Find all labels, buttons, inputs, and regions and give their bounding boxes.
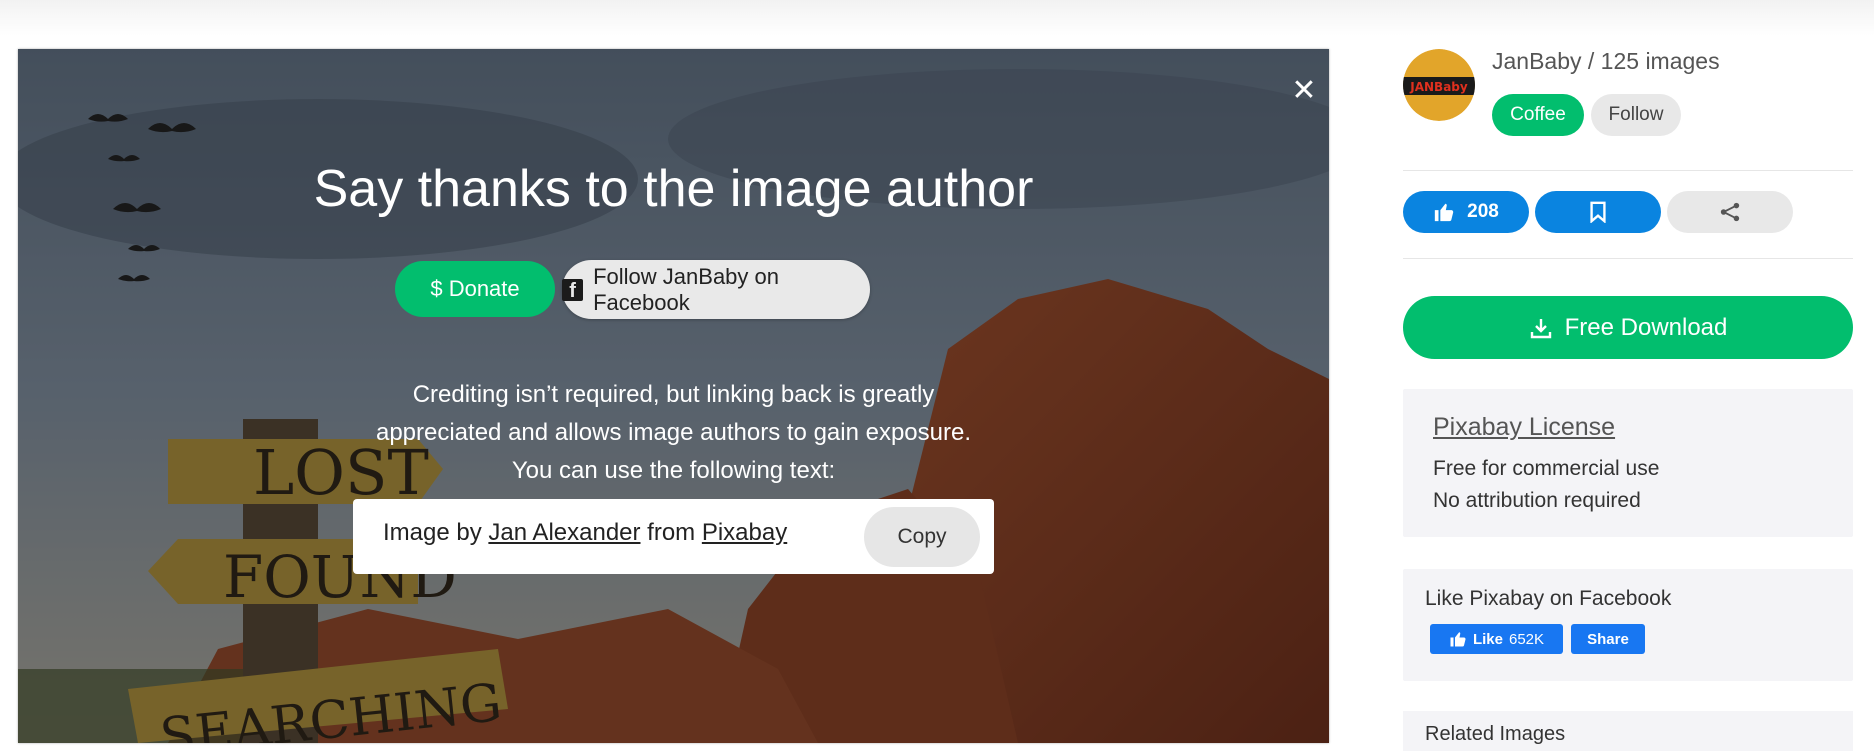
- pixabay-link[interactable]: Pixabay: [702, 519, 787, 546]
- bookmark-button[interactable]: [1535, 191, 1661, 233]
- facebook-panel-title: Like Pixabay on Facebook: [1425, 587, 1672, 610]
- avatar[interactable]: JANBaby: [1403, 49, 1475, 121]
- image-preview: LOST FOUND SEARCHING ✕ Say thanks to the…: [18, 49, 1329, 743]
- avatar-image: JANBaby: [1403, 49, 1475, 121]
- donate-button[interactable]: $ Donate: [395, 261, 555, 317]
- avatar-text: JANBaby: [1409, 80, 1468, 94]
- facebook-icon: f: [562, 278, 584, 302]
- like-count: 208: [1467, 201, 1499, 222]
- credit-line: You can use the following text:: [511, 457, 836, 484]
- share-icon: [1720, 202, 1740, 222]
- copy-button[interactable]: Copy: [864, 507, 980, 567]
- download-label: Free Download: [1564, 313, 1728, 341]
- thumbs-up-icon: [1434, 203, 1454, 222]
- facebook-like-count: 652K: [1508, 630, 1545, 648]
- modal-title: Say thanks to the image author: [313, 160, 1034, 218]
- top-bar: [0, 0, 1874, 36]
- attribution-text: Image by Jan Alexander from Pixabay: [383, 519, 787, 547]
- download-icon: [1530, 318, 1551, 338]
- follow-button[interactable]: Follow: [1591, 94, 1681, 136]
- thumbs-up-icon: [1450, 632, 1466, 647]
- like-button[interactable]: 208: [1403, 191, 1529, 233]
- related-images-panel: Related Images: [1403, 711, 1853, 751]
- divider: [1403, 258, 1853, 259]
- license-panel: Pixabay License Free for commercial use …: [1403, 389, 1853, 537]
- attribution-middle: from: [647, 519, 696, 546]
- facebook-like-label: Like: [1472, 630, 1503, 648]
- license-line: Free for commercial use: [1433, 457, 1660, 480]
- bookmark-icon: [1590, 201, 1606, 223]
- facebook-follow-button[interactable]: f Follow JanBaby on Facebook: [562, 260, 870, 319]
- license-line: No attribution required: [1433, 489, 1641, 512]
- facebook-follow-label: Follow JanBaby on Facebook: [593, 263, 779, 315]
- attribution-prefix: Image by: [383, 519, 482, 546]
- facebook-share-button[interactable]: Share: [1571, 624, 1645, 654]
- facebook-like-button[interactable]: Like 652K: [1430, 624, 1563, 654]
- credit-line: Crediting isn’t required, but linking ba…: [412, 381, 935, 408]
- free-download-button[interactable]: Free Download: [1403, 296, 1853, 359]
- donate-label: $ Donate: [430, 276, 520, 301]
- credit-message: Crediting isn’t required, but linking ba…: [348, 376, 999, 490]
- close-icon[interactable]: ✕: [1288, 75, 1320, 107]
- license-link[interactable]: Pixabay License: [1433, 413, 1615, 442]
- facebook-like-panel: Like Pixabay on Facebook Like 652K Share: [1403, 569, 1853, 681]
- author-name[interactable]: JanBaby / 125 images: [1492, 48, 1720, 75]
- author-link[interactable]: Jan Alexander: [488, 519, 640, 546]
- attribution-box: Image by Jan Alexander from Pixabay Copy: [353, 499, 994, 574]
- credit-line: appreciated and allows image authors to …: [375, 419, 972, 446]
- divider: [1403, 170, 1853, 171]
- coffee-button[interactable]: Coffee: [1492, 94, 1584, 136]
- share-button[interactable]: [1667, 191, 1793, 233]
